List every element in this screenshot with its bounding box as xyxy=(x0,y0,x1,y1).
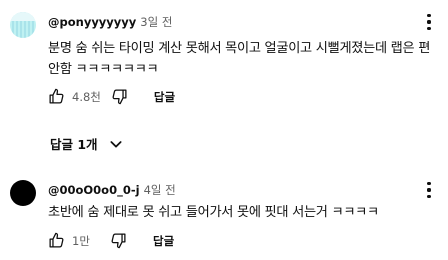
more-vert-icon[interactable] xyxy=(422,12,436,32)
comment-author[interactable]: @ponyyyyyyy xyxy=(48,15,136,29)
view-replies-label: 답글 1개 xyxy=(50,137,98,152)
reply-button[interactable]: 답글 xyxy=(153,233,174,249)
avatar[interactable] xyxy=(10,180,36,206)
like-button[interactable]: 1만 xyxy=(48,232,100,249)
comment-time[interactable]: 4일 전 xyxy=(144,183,176,197)
comment-text: 분명 숨 쉬는 타이밍 계산 못해서 목이고 얼굴이고 시뻘게졌는데 랩은 편안… xyxy=(48,41,431,77)
avatar[interactable] xyxy=(10,12,36,38)
like-button[interactable]: 4.8천 xyxy=(48,88,101,105)
thumbs-up-icon xyxy=(49,232,64,248)
dislike-button[interactable] xyxy=(111,88,128,105)
comment-author[interactable]: @00oO0o0_0-j xyxy=(48,183,140,197)
like-count: 4.8천 xyxy=(72,89,101,104)
reply-button[interactable]: 답글 xyxy=(154,89,175,105)
comment-actions: 4.8천 답글 xyxy=(48,88,175,105)
comment-thread: @ponyyyyyyy 3일 전 분명 숨 쉬는 타이밍 계산 못해서 목이고 얼… xyxy=(0,8,448,126)
dislike-button[interactable] xyxy=(110,232,127,249)
comment-header: @00oO0o0_0-j 4일 전 xyxy=(48,182,176,198)
more-vert-icon[interactable] xyxy=(422,180,436,200)
comment-thread: @00oO0o0_0-j 4일 전 초반에 숨 제대로 못 쉬고 들어가서 못에 … xyxy=(0,176,448,260)
like-count: 1만 xyxy=(72,233,90,248)
comment-actions: 1만 답글 xyxy=(48,232,174,249)
view-replies-button[interactable]: 답글 1개 xyxy=(50,134,124,153)
comment-text: 초반에 숨 제대로 못 쉬고 들어가서 못에 핏대 서는거 ㅋㅋㅋㅋ xyxy=(48,205,379,220)
comment-time[interactable]: 3일 전 xyxy=(140,15,172,29)
thumbs-down-icon xyxy=(111,233,126,249)
thumbs-up-icon xyxy=(49,88,64,104)
chevron-down-icon xyxy=(110,140,122,148)
comment-header: @ponyyyyyyy 3일 전 xyxy=(48,14,172,30)
thumbs-down-icon xyxy=(112,89,127,105)
